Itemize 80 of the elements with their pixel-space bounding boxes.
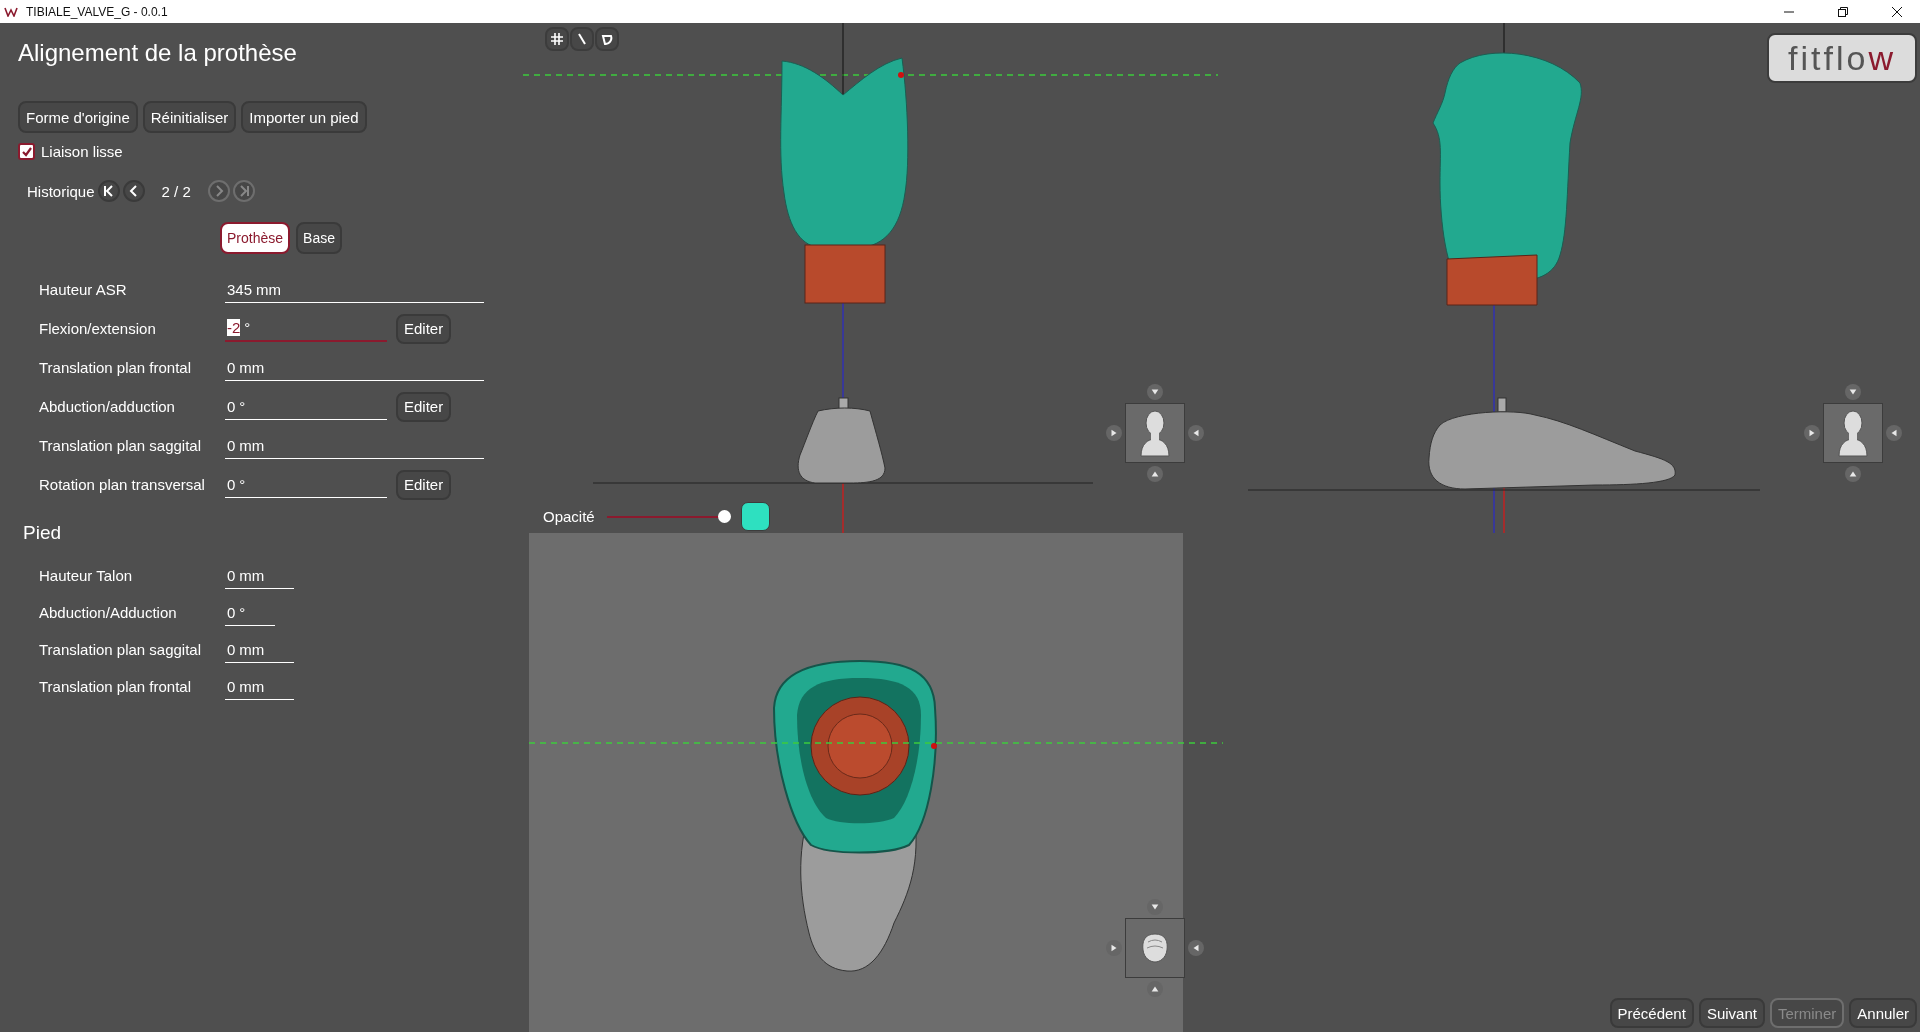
footer-button[interactable]: Annuler	[1849, 998, 1917, 1028]
restore-icon	[1838, 6, 1848, 17]
rotate-view-button[interactable]	[1147, 384, 1163, 400]
value-input-field[interactable]: 0 mm	[225, 432, 484, 459]
triangle-down-icon	[1848, 387, 1858, 397]
view-orientation-cube[interactable]	[1125, 918, 1185, 978]
value-input-field[interactable]: 0 °	[225, 599, 276, 626]
triangle-up-icon	[1150, 984, 1160, 994]
edit-button[interactable]: Editer	[396, 313, 452, 344]
value-input-field[interactable]: 345 mm	[225, 276, 484, 303]
footer-button[interactable]: Précédent	[1609, 998, 1694, 1028]
value-input-field[interactable]: 0 mm	[225, 354, 484, 381]
rotate-view-button[interactable]	[1147, 466, 1163, 482]
triangle-right-icon	[1109, 943, 1119, 953]
value-input-field[interactable]: 0 mm	[225, 673, 295, 700]
brand-logo: fitflow	[1767, 33, 1917, 83]
field-label: Abduction/Adduction	[39, 604, 178, 621]
rotate-view-button[interactable]	[1845, 384, 1861, 400]
bust-icon	[1836, 408, 1870, 458]
history-label: Historique	[27, 182, 95, 200]
action-button[interactable]: Importer un pied	[241, 101, 367, 133]
triangle-left-icon	[1191, 943, 1201, 953]
field-label: Translation plan saggital	[39, 437, 203, 454]
field-label: Flexion/extension	[39, 320, 157, 337]
footer-button[interactable]: Suivant	[1698, 998, 1765, 1028]
grid-icon	[551, 33, 563, 45]
history-nav-button[interactable]	[97, 180, 120, 202]
view-orientation-cube[interactable]	[1125, 403, 1185, 463]
field-label: Rotation plan transversal	[39, 476, 206, 493]
field-label: Translation plan frontal	[39, 359, 193, 376]
history-nav-button[interactable]	[122, 180, 145, 202]
field-label: Abduction/adduction	[39, 398, 176, 415]
checkbox[interactable]	[18, 143, 35, 160]
value-input-field[interactable]: 0 °	[225, 471, 387, 498]
field-label: Hauteur Talon	[39, 567, 134, 584]
edit-button[interactable]: Editer	[396, 469, 452, 500]
triangle-down-icon	[1150, 387, 1160, 397]
checkbox-label: Liaison lisse	[41, 143, 123, 160]
section-title: Pied	[23, 522, 63, 544]
value-input-field[interactable]: -2 °	[225, 315, 387, 342]
rotate-view-button[interactable]	[1188, 940, 1204, 956]
history-position: 2 / 2	[161, 182, 191, 200]
app-logo-icon	[4, 6, 18, 17]
value-input-field[interactable]: 0 mm	[225, 636, 295, 663]
panel-title: Alignement de la prothèse	[18, 39, 298, 67]
rotate-view-button[interactable]	[1188, 425, 1204, 441]
protractor-icon	[601, 33, 613, 45]
field-label: Translation plan saggital	[39, 641, 203, 658]
field-label: Translation plan frontal	[39, 678, 193, 695]
rotate-view-button[interactable]	[1845, 466, 1861, 482]
head-top-view-icon	[1140, 932, 1170, 964]
window-title: TIBIALE_VALVE_G - 0.0.1	[26, 4, 169, 19]
triangle-right-icon	[1109, 428, 1119, 438]
value-input-field[interactable]: 0 °	[225, 393, 387, 420]
bust-icon	[1138, 408, 1172, 458]
rotate-view-button[interactable]	[1886, 425, 1902, 441]
angle-tool-button[interactable]	[595, 27, 619, 51]
edit-button[interactable]: Editer	[396, 391, 452, 422]
triangle-left-icon	[1191, 428, 1201, 438]
action-button[interactable]: Réinitialiser	[142, 101, 237, 133]
tab[interactable]: Base	[296, 222, 342, 254]
triangle-left-icon	[1889, 428, 1899, 438]
triangle-right-icon	[1807, 428, 1817, 438]
tab[interactable]: Prothèse	[220, 222, 291, 254]
rotate-view-button[interactable]	[1106, 425, 1122, 441]
triangle-up-icon	[1848, 469, 1858, 479]
action-button[interactable]: Forme d'origine	[18, 101, 138, 133]
close-icon	[1892, 6, 1902, 17]
color-swatch[interactable]	[740, 502, 770, 531]
triangle-down-icon	[1150, 902, 1160, 912]
grid-tool-button[interactable]	[545, 27, 569, 51]
measure-tool-button[interactable]	[570, 27, 594, 51]
skip-start-icon	[101, 184, 116, 198]
triangle-up-icon	[1150, 469, 1160, 479]
value-input-field[interactable]: 0 mm	[225, 562, 295, 589]
opacity-label: Opacité	[543, 508, 595, 525]
view-orientation-cube[interactable]	[1823, 403, 1883, 463]
field-label: Hauteur ASR	[39, 281, 128, 298]
line-icon	[576, 33, 588, 45]
rotate-view-button[interactable]	[1804, 425, 1820, 441]
